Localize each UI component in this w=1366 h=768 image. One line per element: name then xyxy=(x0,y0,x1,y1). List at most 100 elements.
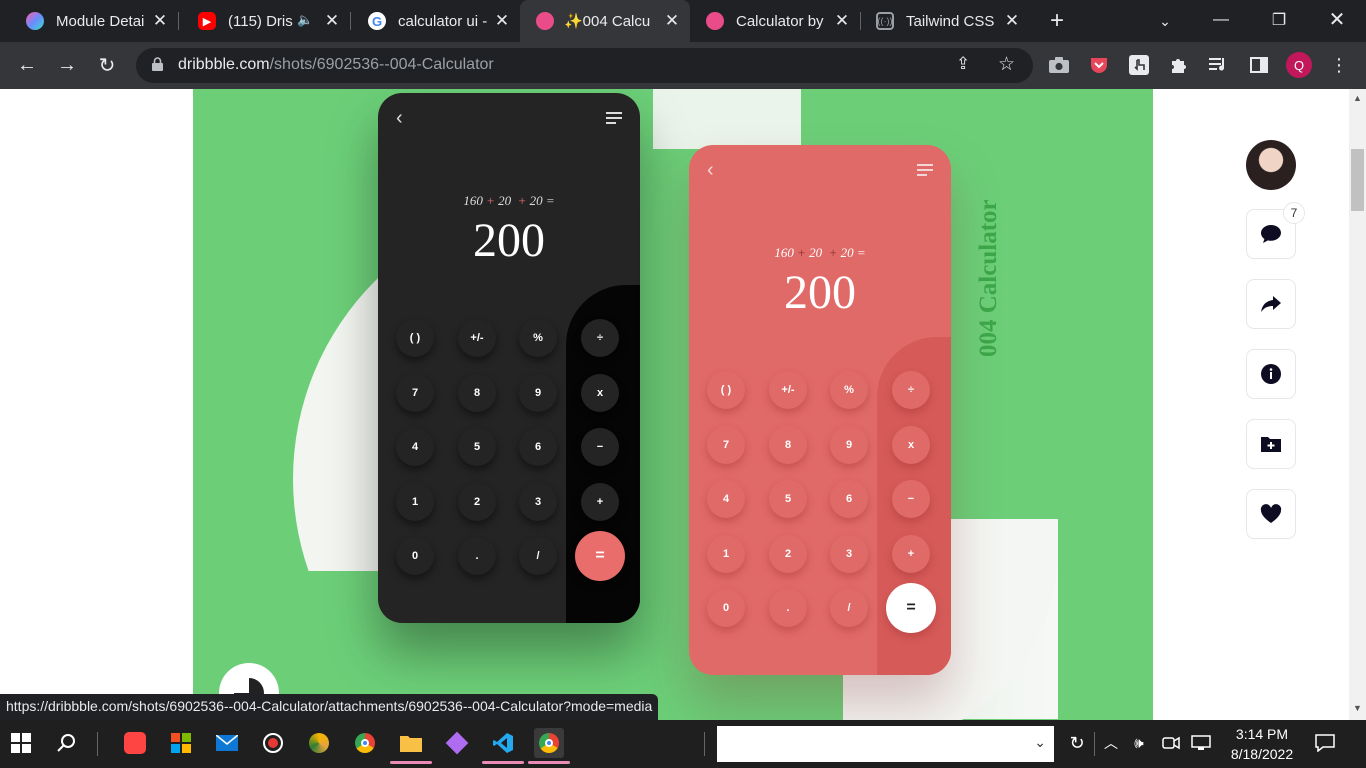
equals-key[interactable]: = xyxy=(575,531,625,581)
calc-key[interactable]: 3 xyxy=(519,483,557,521)
taskbar-search-input[interactable]: ⌄ xyxy=(717,726,1054,762)
record-button-icon[interactable] xyxy=(258,728,288,758)
calc-key[interactable]: +/- xyxy=(458,319,496,357)
forward-button[interactable]: → xyxy=(52,50,82,80)
back-chevron-icon[interactable]: ‹ xyxy=(707,159,714,182)
calc-key[interactable]: 4 xyxy=(396,428,434,466)
calc-key[interactable]: 6 xyxy=(830,480,868,518)
reload-button[interactable]: ↻ xyxy=(92,50,122,80)
calc-key[interactable]: 5 xyxy=(458,428,496,466)
calc-key[interactable]: 2 xyxy=(769,535,807,573)
scroll-down-arrow-icon[interactable]: ▼ xyxy=(1353,703,1362,713)
calc-key[interactable]: 7 xyxy=(707,426,745,464)
comments-button[interactable]: 7 xyxy=(1246,202,1305,259)
calc-key[interactable]: 0 xyxy=(396,537,434,575)
tab-google-search[interactable]: G calculator ui - ✕ xyxy=(350,0,520,42)
calc-key[interactable]: x xyxy=(892,426,930,464)
canary-browser-icon[interactable] xyxy=(304,728,334,758)
pocket-extension-icon[interactable] xyxy=(1084,50,1114,80)
kebab-menu-icon[interactable]: ⋮ xyxy=(1324,50,1354,80)
scroll-up-arrow-icon[interactable]: ▲ xyxy=(1353,93,1362,103)
shot-image[interactable]: 004 Calculator ‹ 160 + 20 + 20 = 200 ( )… xyxy=(193,89,1153,720)
tab-calculator-by[interactable]: Calculator by ✕ xyxy=(690,0,861,42)
vscode-icon[interactable] xyxy=(482,728,524,764)
refresh-icon[interactable]: ↻ xyxy=(1062,728,1092,758)
calc-key[interactable]: . xyxy=(769,589,807,627)
network-icon[interactable] xyxy=(1186,728,1216,758)
search-icon[interactable] xyxy=(52,728,82,758)
page-scrollbar[interactable]: ▲ ▼ xyxy=(1349,89,1366,720)
calc-key[interactable]: 8 xyxy=(458,374,496,412)
calc-key[interactable]: 1 xyxy=(396,483,434,521)
screen-recorder-icon[interactable] xyxy=(120,728,150,758)
calc-key[interactable]: / xyxy=(519,537,557,575)
puzzle-extensions-icon[interactable] xyxy=(1164,50,1194,80)
new-tab-button[interactable]: + xyxy=(1042,6,1072,36)
close-icon[interactable]: ✕ xyxy=(492,11,512,31)
chevron-down-icon[interactable]: ⌄ xyxy=(1034,734,1046,751)
calc-key[interactable]: 5 xyxy=(769,480,807,518)
designer-avatar[interactable] xyxy=(1246,140,1296,190)
calc-key[interactable]: ( ) xyxy=(707,371,745,409)
calc-key[interactable]: 3 xyxy=(830,535,868,573)
close-icon[interactable]: ✕ xyxy=(832,11,852,31)
tab-tailwind-css[interactable]: ((·)) Tailwind CSS ✕ xyxy=(860,0,1030,42)
store-app-icon[interactable] xyxy=(166,728,196,758)
tray-chevron-up-icon[interactable]: ︿ xyxy=(1096,728,1126,758)
calc-key[interactable]: 9 xyxy=(830,426,868,464)
calc-key[interactable]: +/- xyxy=(769,371,807,409)
back-chevron-icon[interactable]: ‹ xyxy=(396,107,403,130)
calc-key[interactable]: ( ) xyxy=(396,319,434,357)
volume-icon[interactable]: 🕪 xyxy=(1124,728,1154,758)
calc-key[interactable]: 6 xyxy=(519,428,557,466)
calc-key[interactable]: 9 xyxy=(519,374,557,412)
close-icon[interactable]: ✕ xyxy=(1002,11,1022,31)
share-button[interactable] xyxy=(1246,279,1296,329)
profile-avatar[interactable]: Q xyxy=(1284,50,1314,80)
chrome-active-icon[interactable] xyxy=(528,728,570,764)
calc-key[interactable]: − xyxy=(892,480,930,518)
maximize-button[interactable]: ❐ xyxy=(1264,5,1294,35)
menu-lines-icon[interactable] xyxy=(606,111,622,129)
calc-key[interactable]: ÷ xyxy=(581,319,619,357)
side-panel-icon[interactable] xyxy=(1244,50,1274,80)
windows-start-icon[interactable] xyxy=(6,728,36,758)
clock[interactable]: 3:14 PM 8/18/2022 xyxy=(1222,724,1302,764)
meet-now-icon[interactable] xyxy=(1156,728,1186,758)
file-explorer-icon[interactable] xyxy=(390,728,432,764)
calc-key[interactable]: 4 xyxy=(707,480,745,518)
calc-key[interactable]: x xyxy=(581,374,619,412)
tab-youtube[interactable]: ▶ (115) Dris 🔈 ✕ xyxy=(180,0,351,42)
mail-icon[interactable] xyxy=(212,728,242,758)
address-bar[interactable]: dribbble.com/shots/6902536--004-Calculat… xyxy=(136,48,1033,83)
tab-search-chevron-icon[interactable]: ⌄ xyxy=(1150,6,1180,36)
calc-key[interactable]: + xyxy=(892,535,930,573)
bookmark-star-icon[interactable]: ☆ xyxy=(998,53,1015,76)
like-button[interactable] xyxy=(1246,489,1296,539)
calc-key[interactable]: 0 xyxy=(707,589,745,627)
speaker-icon[interactable]: 🔈 xyxy=(297,12,313,28)
calc-key[interactable]: − xyxy=(581,428,619,466)
close-icon[interactable]: ✕ xyxy=(662,11,682,31)
window-close-button[interactable]: ✕ xyxy=(1322,4,1352,34)
calc-key[interactable]: + xyxy=(581,483,619,521)
notification-center-icon[interactable] xyxy=(1310,728,1340,758)
minimize-button[interactable]: — xyxy=(1206,5,1236,35)
calc-key[interactable]: 1 xyxy=(707,535,745,573)
calc-key[interactable]: . xyxy=(458,537,496,575)
calc-key[interactable]: % xyxy=(519,319,557,357)
scroll-thumb[interactable] xyxy=(1351,149,1364,211)
close-icon[interactable]: ✕ xyxy=(150,11,170,31)
info-button[interactable] xyxy=(1246,349,1296,399)
git-app-icon[interactable] xyxy=(442,728,472,758)
add-to-collection-button[interactable] xyxy=(1246,419,1296,469)
media-queue-icon[interactable] xyxy=(1204,50,1234,80)
calc-key[interactable]: % xyxy=(830,371,868,409)
calc-key[interactable]: 2 xyxy=(458,483,496,521)
tab-004-calculator-active[interactable]: ✨004 Calcul ✕ xyxy=(520,0,690,42)
menu-lines-icon[interactable] xyxy=(917,163,933,181)
back-button[interactable]: ← xyxy=(12,50,42,80)
equals-key[interactable]: = xyxy=(886,583,936,633)
touch-extension-icon[interactable] xyxy=(1124,50,1154,80)
share-icon[interactable]: ⇪ xyxy=(956,54,970,74)
